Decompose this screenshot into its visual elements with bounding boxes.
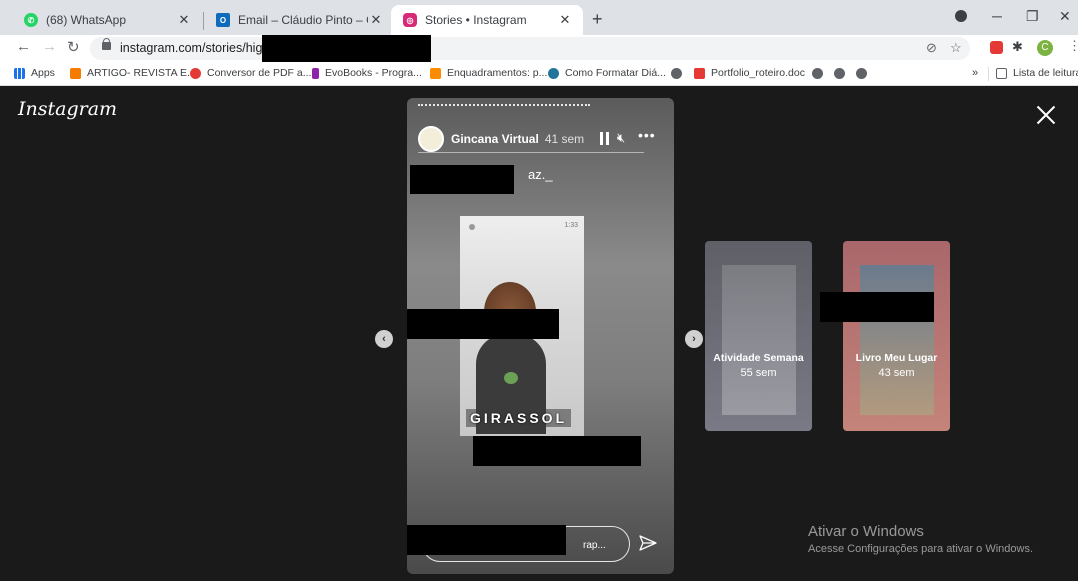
pause-icon[interactable] (600, 132, 609, 145)
avatar[interactable]: C (1037, 40, 1053, 56)
photo-dot-icon (469, 224, 475, 230)
bookmark-item[interactable]: EvoBooks - Progra... (312, 67, 422, 79)
bookmark-label: ARTIGO- REVISTA E... (87, 67, 196, 79)
tab-instagram[interactable]: ◎ Stories • Instagram ✕ (391, 5, 583, 35)
bookmark-star-icon[interactable]: ☆ (950, 40, 962, 56)
story-time: 41 sem (544, 132, 585, 146)
plant-icon (504, 372, 518, 384)
bookmark-favicon-icon (430, 67, 441, 79)
story-header: Gincana Virtual 41 sem 🔇︎ ••• (418, 126, 663, 152)
restore-icon[interactable]: ❐ (1026, 8, 1039, 25)
redaction (473, 436, 641, 466)
tab-title: (68) WhatsApp (46, 13, 127, 27)
reply-placeholder: rap... (583, 540, 606, 551)
story-progress-bar (418, 104, 590, 106)
send-icon[interactable] (639, 534, 657, 552)
redaction (410, 165, 514, 194)
more-options-icon[interactable]: ••• (638, 127, 656, 143)
instagram-icon: ◎ (403, 13, 417, 27)
sticker-text: GIRASSOL (466, 409, 572, 427)
close-tab-icon[interactable]: ✕ (557, 12, 573, 28)
globe-icon[interactable] (834, 68, 845, 79)
reading-list[interactable]: Lista de leitura (996, 67, 1078, 79)
apps-grid-icon (14, 67, 25, 79)
menu-kebab-icon[interactable]: ⋮ (1068, 38, 1078, 54)
preview-title: Livro Meu Lugar (855, 352, 938, 364)
tab-title: Stories • Instagram (425, 13, 527, 27)
bookmark-favicon-icon (312, 67, 319, 79)
bookmark-label: Portfolio_roteiro.doc (711, 67, 805, 79)
mention-text[interactable]: az._ (528, 167, 553, 182)
photo-time: 1:33 (564, 222, 578, 229)
profile-dot-icon[interactable] (955, 10, 967, 22)
redaction (407, 309, 559, 339)
window-close-icon[interactable]: ✕ (1059, 8, 1071, 25)
bookmark-favicon-icon (694, 67, 705, 79)
bookmark-item[interactable]: Como Formatar Diá... (548, 67, 666, 79)
instagram-logo[interactable]: Instagram (18, 98, 117, 120)
redaction (262, 35, 431, 63)
bookmark-label: Conversor de PDF a... (207, 67, 312, 79)
back-icon[interactable]: ← (16, 38, 31, 55)
story-preview-livro[interactable]: Livro Meu Lugar 43 sem (843, 241, 950, 431)
bookmark-favicon-icon (70, 67, 81, 79)
bookmark-label: Apps (31, 67, 55, 79)
tab-title: Email – Cláudio Pinto – Outlook (238, 13, 368, 27)
bookmark-item[interactable]: Portfolio_roteiro.doc (694, 67, 805, 79)
tab-whatsapp[interactable]: ✆ (68) WhatsApp ✕ (12, 5, 202, 35)
current-story[interactable]: Gincana Virtual 41 sem 🔇︎ ••• az._ 1:33 … (407, 98, 674, 574)
new-tab-icon[interactable]: + (592, 9, 603, 30)
bookmark-label: Enquadramentos: p... (447, 67, 548, 79)
redaction (407, 525, 566, 555)
tab-strip: ✆ (68) WhatsApp ✕ O Email – Cláudio Pint… (0, 0, 1078, 35)
preview-time: 55 sem (740, 367, 777, 379)
bookmark-item[interactable]: Enquadramentos: p... (430, 67, 547, 79)
lock-icon (102, 38, 111, 50)
bookmark-label: Como Formatar Diá... (565, 67, 666, 79)
tab-outlook[interactable]: O Email – Cláudio Pinto – Outlook ✕ (204, 5, 394, 35)
bookmark-favicon-icon (190, 67, 201, 79)
tracking-off-icon[interactable]: ⊘ (926, 40, 937, 56)
reload-icon[interactable]: ↻ (67, 38, 80, 56)
url-text: instagram.com/stories/highlig (120, 41, 282, 55)
close-tab-icon[interactable]: ✕ (368, 12, 384, 28)
preview-time: 43 sem (878, 367, 915, 379)
preview-thumbnail (722, 265, 796, 415)
minimize-icon[interactable]: ─ (992, 8, 1002, 24)
bookmarks-overflow[interactable]: » (972, 67, 978, 79)
extensions-puzzle-icon[interactable]: ✱ (1012, 39, 1023, 55)
bookmark-item[interactable]: ARTIGO- REVISTA E... (70, 67, 196, 79)
address-bar[interactable]: instagram.com/stories/highlig ⊘ ☆ (90, 35, 970, 63)
bookmark-label: EvoBooks - Progra... (325, 67, 422, 79)
globe-icon[interactable] (856, 68, 867, 79)
bookmark-item[interactable]: Conversor de PDF a... (190, 67, 311, 79)
bookmarks-bar: Apps ARTIGO- REVISTA E... Conversor de P… (0, 62, 1078, 86)
outlook-icon: O (216, 13, 230, 27)
preview-title: Atividade Semana (713, 352, 804, 364)
bookmark-apps[interactable]: Apps (14, 67, 55, 79)
browser-toolbar: ← → ↻ instagram.com/stories/highlig ⊘ ☆ … (0, 35, 1078, 63)
preview-thumbnail (860, 265, 934, 415)
forward-icon[interactable]: → (42, 38, 57, 55)
windows-activation-subtitle: Acesse Configurações para ativar o Windo… (808, 543, 1033, 555)
previous-story-icon[interactable]: ‹ (375, 330, 393, 348)
globe-icon[interactable] (671, 68, 682, 79)
extension-icon[interactable] (990, 41, 1003, 54)
reading-list-icon (996, 67, 1007, 79)
mute-icon[interactable]: 🔇︎ (617, 130, 625, 146)
stories-viewer: Instagram Gincana Virtual 41 sem 🔇︎ ••• … (0, 86, 1078, 581)
globe-icon[interactable] (812, 68, 823, 79)
avatar[interactable] (418, 126, 444, 152)
redaction (820, 292, 934, 322)
bookmark-label: Lista de leitura (1013, 67, 1078, 79)
divider (418, 152, 644, 153)
wordpress-icon (548, 67, 559, 79)
story-preview-atividade[interactable]: Atividade Semana 55 sem (705, 241, 812, 431)
whatsapp-icon: ✆ (24, 13, 38, 27)
next-story-icon[interactable]: › (685, 330, 703, 348)
windows-activation-title: Ativar o Windows (808, 523, 924, 540)
close-icon[interactable] (1035, 104, 1057, 126)
close-tab-icon[interactable]: ✕ (176, 12, 192, 28)
story-username[interactable]: Gincana Virtual (451, 132, 539, 146)
